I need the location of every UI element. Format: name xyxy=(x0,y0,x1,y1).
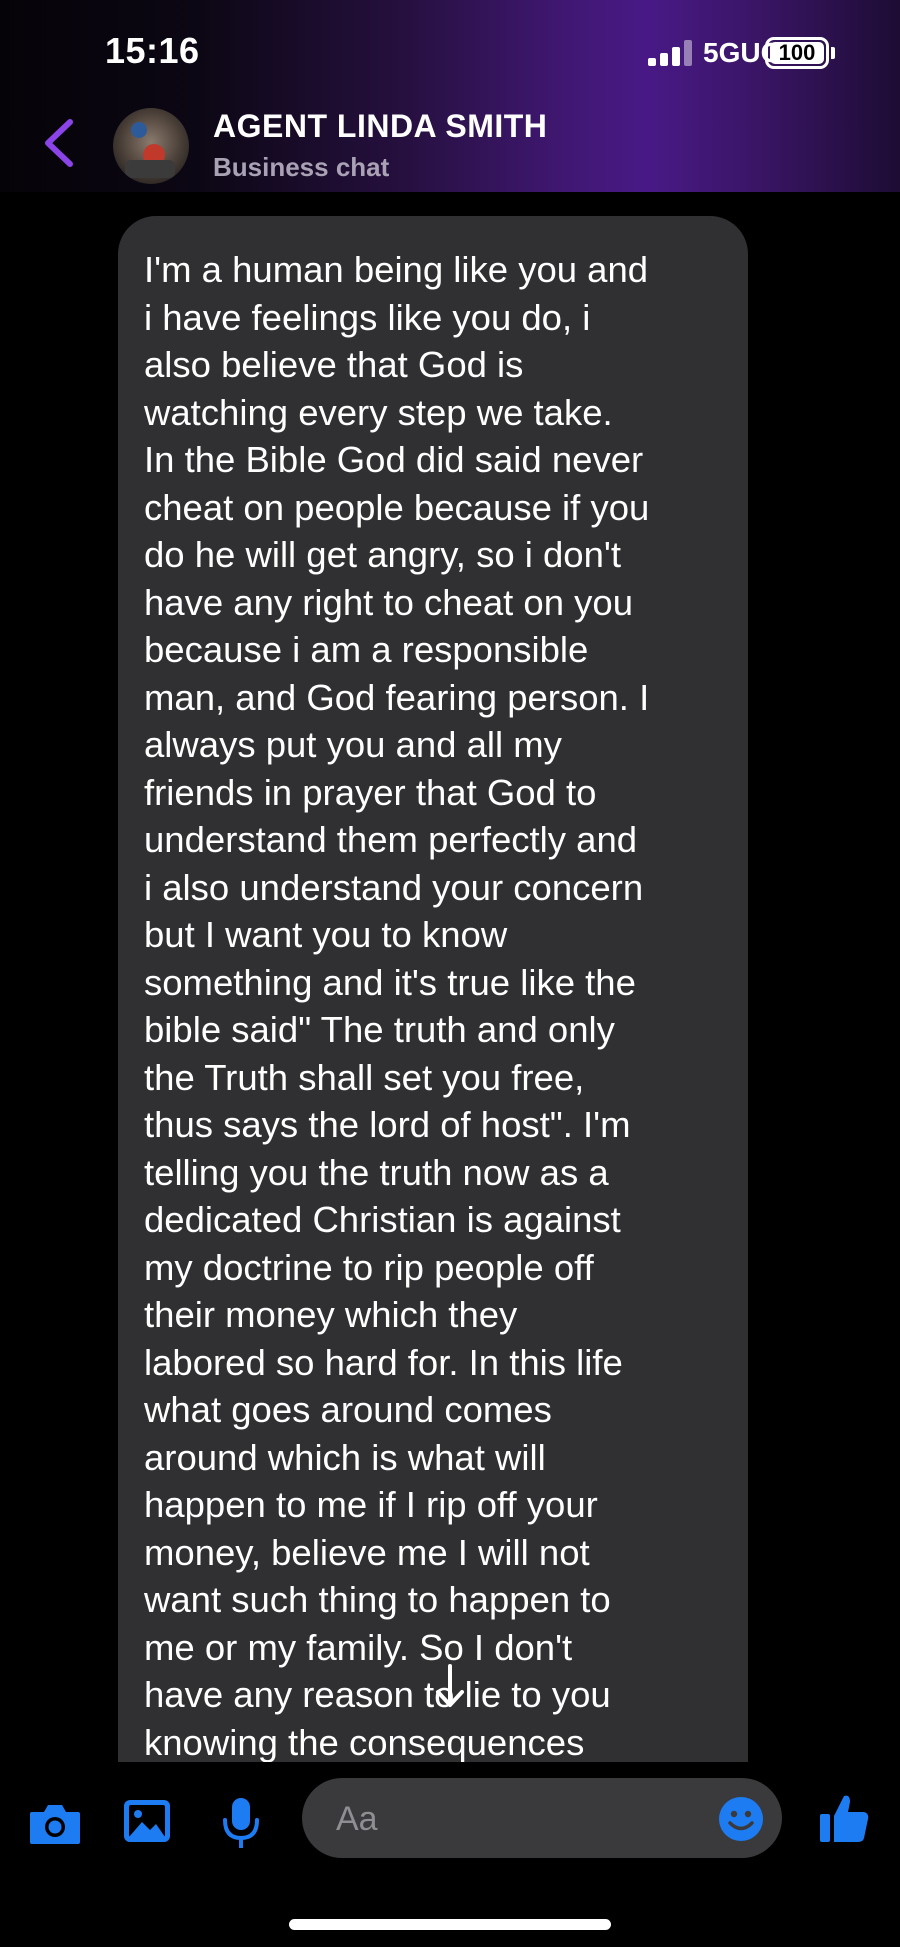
contact-subtitle: Business chat xyxy=(213,152,390,182)
home-indicator xyxy=(289,1919,611,1930)
arrow-down-icon[interactable] xyxy=(432,1660,468,1712)
chevron-left-icon[interactable] xyxy=(40,118,80,168)
microphone-icon[interactable] xyxy=(222,1796,260,1850)
battery-level: 100 xyxy=(770,42,824,64)
battery-icon: 100 xyxy=(765,37,829,69)
status-time: 15:16 xyxy=(105,30,200,71)
signal-icon xyxy=(648,40,692,66)
contact-name[interactable]: AGENT LINDA SMITH xyxy=(213,108,547,145)
image-icon[interactable] xyxy=(122,1798,172,1844)
message-list[interactable]: I'm a human being like you and i have fe… xyxy=(0,192,900,1762)
camera-icon[interactable] xyxy=(28,1802,82,1846)
message-text: I'm a human being like you and i have fe… xyxy=(144,249,650,1762)
message-input[interactable]: Aa xyxy=(302,1778,782,1858)
message-bubble[interactable]: I'm a human being like you and i have fe… xyxy=(118,216,748,1762)
avatar[interactable] xyxy=(113,108,189,184)
thumbs-up-icon[interactable] xyxy=(818,1792,870,1844)
battery-cap xyxy=(831,47,835,59)
message-input-placeholder: Aa xyxy=(336,1800,378,1838)
smiley-icon[interactable] xyxy=(718,1796,764,1842)
